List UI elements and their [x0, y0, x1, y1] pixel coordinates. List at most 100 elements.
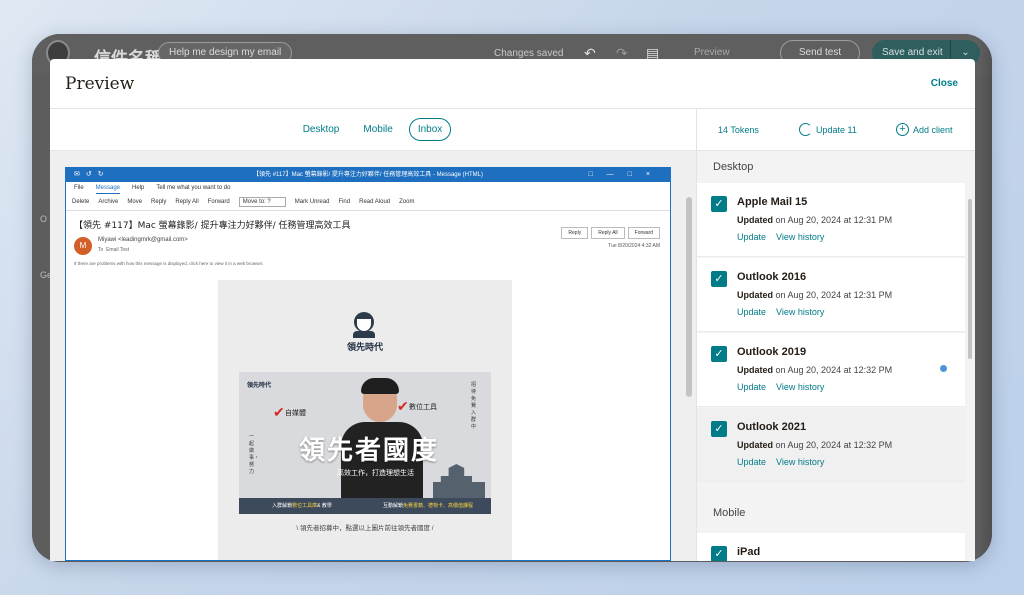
strip-highlight: 數位工具庫	[292, 503, 318, 509]
view-history-link[interactable]: View history	[776, 457, 824, 467]
group-desktop-label: Desktop	[713, 161, 754, 173]
checkbox-checked-icon[interactable]: ✓	[711, 271, 727, 287]
client-item-outlook-2016: ✓ Outlook 2016 Updated on Aug 20, 2024 a…	[697, 258, 965, 332]
tokens-count: 14 Tokens	[718, 125, 759, 135]
tab-desktop[interactable]: Desktop	[295, 119, 348, 140]
client-name: Outlook 2021	[737, 421, 807, 433]
updated-time: on Aug 20, 2024 at 12:32 PM	[775, 365, 893, 375]
checkbox-checked-icon[interactable]: ✓	[711, 421, 727, 437]
tab-mobile[interactable]: Mobile	[355, 119, 400, 140]
ribbon-item: Reply All	[175, 199, 199, 205]
ribbon-item: Delete	[72, 199, 90, 205]
preview-button[interactable]: Preview	[694, 47, 730, 58]
person-hair	[361, 378, 399, 394]
update-link[interactable]: Update	[737, 457, 766, 467]
outlook-screenshot: ✉↺↻ 【領先 #117】Mac 螢幕錄影/ 提升專注力好夥伴/ 任務管理高效工…	[65, 167, 671, 561]
strip-left: 入群解鎖數位工具庫& 教學	[239, 498, 365, 514]
update-link[interactable]: Update	[737, 232, 766, 242]
banner-headline: 領先者國度	[299, 436, 440, 466]
add-client-label: Add client	[913, 125, 953, 135]
client-list: Desktop ✓ Apple Mail 15 Updated on Aug 2…	[697, 151, 975, 561]
strip-text: & 教學	[317, 503, 332, 509]
banner-subline: 高效工作，打造理想生活	[337, 470, 414, 477]
update-all-button[interactable]: Update 11	[799, 122, 857, 136]
window-controls-icon: □—□×	[588, 171, 664, 178]
client-links: Update View history	[737, 457, 834, 467]
update-all-label: Update 11	[816, 125, 857, 135]
ribbon-item: Move	[127, 199, 143, 205]
hero-banner-image: 領先時代 ✔ 自媒體 ✔ 數位工具 領先者國度 高效工作，打造理想生活 一起做事…	[239, 372, 491, 514]
client-name: Outlook 2016	[737, 271, 807, 283]
tab-inbox[interactable]: Inbox	[408, 118, 452, 141]
banner-tag: 數位工具	[409, 404, 437, 411]
client-item-outlook-2021: ✓ Outlook 2021 Updated on Aug 20, 2024 a…	[697, 408, 965, 482]
clients-toolbar: 14 Tokens Update 11 + Add client	[697, 109, 975, 151]
outlook-sender-row: M Miyawi <leadingmrk@gmail.com> To Email…	[66, 227, 670, 265]
updated-prefix: Updated	[737, 365, 773, 375]
message-date: Tue 8/20/2024 4:32 AM	[608, 243, 660, 249]
outlook-actions: Reply Reply All Forward	[561, 227, 660, 239]
client-links: Update View history	[737, 232, 834, 242]
quick-access-icons: ✉↺↻	[74, 171, 110, 178]
ribbon-item: Archive	[98, 199, 119, 205]
preview-scrollbar[interactable]	[686, 197, 692, 397]
preview-tabs: Desktop Mobile Inbox	[50, 109, 696, 151]
banner-brand: 領先時代	[247, 383, 272, 389]
ribbon-item: Zoom	[399, 199, 415, 205]
view-history-link[interactable]: View history	[776, 232, 824, 242]
modal-title: Preview	[65, 74, 135, 94]
updated-time: on Aug 20, 2024 at 12:32 PM	[775, 440, 893, 450]
outlook-menu-item: File	[74, 185, 84, 191]
close-button[interactable]: Close	[931, 78, 958, 89]
banner-vertical-text: 招待免費入群中	[471, 382, 477, 430]
banner-strip: 入群解鎖數位工具庫& 教學 互動解鎖免費書籍、禮物卡、高價值課程	[239, 498, 491, 514]
strip-text: 互動解鎖	[382, 503, 403, 509]
logo-body	[353, 331, 375, 338]
client-links: Update View history	[737, 307, 834, 317]
client-updated: Updated on Aug 20, 2024 at 12:32 PM	[737, 365, 892, 375]
client-updated: Updated on Aug 20, 2024 at 12:31 PM	[737, 215, 892, 225]
recipient: To Email Test	[98, 247, 129, 253]
to-value: Email Test	[106, 247, 130, 253]
avatar: M	[74, 237, 92, 255]
plus-circle-icon: +	[896, 122, 909, 136]
client-item-ipad: ✓ iPad	[697, 533, 965, 561]
outlook-menu-item: Tell me what you want to do	[156, 185, 231, 191]
outlook-menu-item: Help	[132, 185, 145, 191]
newsletter-body: 領先時代 領先時代 ✔ 自媒體 ✔ 數位工具 領先者國度 高效工作，打造理想生活…	[218, 280, 512, 560]
sender-address: Miyawi <leadingmrk@gmail.com>	[98, 237, 188, 243]
client-item-outlook-2019: ✓ Outlook 2019 Updated on Aug 20, 2024 a…	[697, 333, 965, 407]
outlook-action: Reply All	[591, 227, 625, 239]
view-history-link[interactable]: View history	[776, 382, 824, 392]
checkmark-icon: ✔	[273, 404, 285, 420]
outlook-window-title: 【領先 #117】Mac 螢幕錄影/ 提升專注力好夥伴/ 任務管理高效工具 - …	[253, 172, 483, 178]
strip-highlight: 免費書籍、禮物卡、高價值課程	[403, 503, 474, 509]
save-status: Changes saved	[494, 48, 564, 59]
preview-pane: Desktop Mobile Inbox ✉↺↻ 【領先 #117】Mac 螢幕…	[50, 109, 696, 561]
view-history-link[interactable]: View history	[776, 307, 824, 317]
strip-right: 互動解鎖免費書籍、禮物卡、高價值課程	[365, 498, 491, 514]
outlook-titlebar: ✉↺↻ 【領先 #117】Mac 螢幕錄影/ 提升專注力好夥伴/ 任務管理高效工…	[66, 168, 670, 182]
checkbox-checked-icon[interactable]: ✓	[711, 546, 727, 561]
inbox-preview-canvas: ✉↺↻ 【領先 #117】Mac 螢幕錄影/ 提升專注力好夥伴/ 任務管理高效工…	[50, 151, 696, 561]
to-label: To	[98, 247, 104, 253]
preview-modal: Preview Close Desktop Mobile Inbox ✉↺↻ 【…	[50, 59, 975, 561]
client-list-scrollbar[interactable]	[968, 199, 972, 359]
checkbox-checked-icon[interactable]: ✓	[711, 196, 727, 212]
add-client-button[interactable]: + Add client	[896, 122, 953, 136]
updated-prefix: Updated	[737, 440, 773, 450]
update-link[interactable]: Update	[737, 382, 766, 392]
ribbon-item: Reply	[151, 199, 167, 205]
checkbox-checked-icon[interactable]: ✓	[711, 346, 727, 362]
update-link[interactable]: Update	[737, 307, 766, 317]
group-mobile-label: Mobile	[713, 507, 746, 519]
bezel-shadow	[978, 34, 992, 562]
outlook-menu-item: Message	[95, 182, 121, 194]
banner-tag: 自媒體	[285, 410, 306, 417]
client-links: Update View history	[737, 382, 834, 392]
banner-caption: \ 領先者招募中，點選以上圖片前往領先者國度 /	[296, 525, 434, 532]
client-name: iPad	[737, 546, 761, 558]
ribbon-item: Forward	[207, 199, 230, 205]
bg-sidebar-letter: O	[40, 214, 48, 224]
ribbon-item: Read Aloud	[359, 199, 391, 205]
